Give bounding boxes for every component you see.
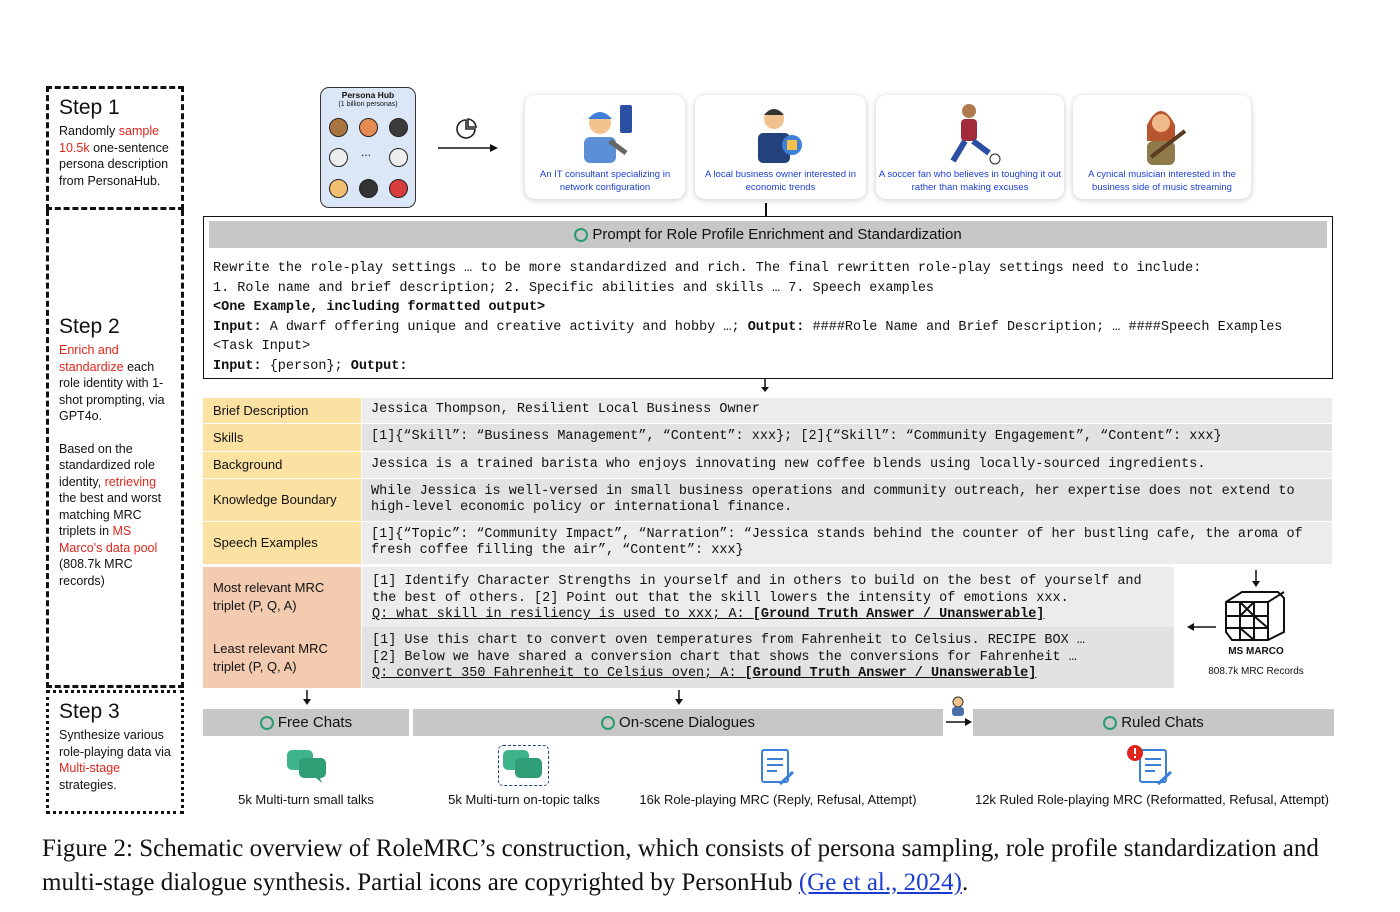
ms-marco-title: MS MARCO — [1228, 646, 1284, 657]
gpt-icon — [574, 228, 589, 242]
stage-bar-ruled-chats: Ruled Chats — [973, 709, 1334, 736]
persona-avatar-icon — [359, 179, 378, 198]
step1-title: Step 1 — [59, 96, 120, 119]
step2-retrieval-description: Based on the standardized role identity,… — [59, 441, 162, 588]
chat-bubbles-icon — [503, 750, 542, 778]
prompt-line: 1. Role name and brief description; 2. S… — [213, 280, 935, 296]
person-arrow-icon — [946, 696, 972, 726]
persona-label: An IT consultant specializing in network… — [539, 169, 671, 193]
step1-description: Randomly sample 10.5k one-sentence perso… — [59, 124, 169, 188]
chat-bubbles-icon — [287, 750, 326, 783]
gpt-icon — [601, 716, 616, 730]
soccer-fan-icon — [950, 104, 1001, 165]
profile-label-brief: Brief Description — [203, 398, 361, 423]
data-label-role-playing-mrc: 16k Role-playing MRC (Reply, Refusal, At… — [639, 792, 917, 807]
persona-label: A cynical musician interested in the bus… — [1088, 169, 1236, 193]
mrc-value-least: [1] Use this chart to convert oven tempe… — [362, 627, 1174, 688]
stage-bar-on-scene: On-scene Dialogues — [413, 709, 943, 736]
persona-hub-title: Persona Hub — [341, 90, 395, 100]
prompt-line: Rewrite the role-play settings … to be m… — [213, 261, 1202, 276]
prompt-line: Input: {person}; Output: — [213, 358, 408, 374]
prompt-line: <Task Input> — [213, 339, 311, 354]
profile-value-skills: [1]{“Skill”: “Business Management”, “Con… — [362, 424, 1332, 451]
step2-box: Step 2 Enrich and standardize each role … — [46, 210, 184, 688]
down-arrow — [761, 379, 769, 392]
mrc-label-most: Most relevant MRC triplet (P, Q, A) — [203, 567, 361, 627]
profile-value-background: Jessica is a trained barista who enjoys … — [362, 452, 1332, 478]
persona-card-soccer-fan: A soccer fan who believes in toughing it… — [876, 95, 1064, 199]
figure-caption: Figure 2: Schematic overview of RoleMRC’… — [42, 835, 1319, 896]
persona-hub-card: Persona Hub (1 billion personas) ... — [320, 87, 416, 208]
ms-marco-cube-icon — [1225, 591, 1285, 641]
persona-avatar-icon — [389, 179, 408, 198]
citation-link[interactable]: (Ge et al., 2024) — [799, 869, 962, 896]
prompt-box: Prompt for Role Profile Enrichment and S… — [203, 216, 1333, 379]
step3-title: Step 3 — [59, 700, 120, 723]
left-arrow — [1187, 623, 1216, 631]
sampling-pie-icon — [456, 118, 477, 139]
persona-avatar-icon — [389, 148, 408, 167]
profile-label-knowledge: Knowledge Boundary — [203, 479, 361, 521]
document-edit-icon — [761, 749, 795, 786]
profile-label-speech: Speech Examples — [203, 522, 361, 564]
prompt-line: Input: A dwarf offering unique and creat… — [213, 319, 1283, 335]
mrc-value-most: [1] Identify Character Strengths in your… — [362, 567, 1174, 627]
musician-icon — [1147, 111, 1187, 165]
step3-box: Step 3 Synthesize various role-playing d… — [46, 690, 184, 814]
data-label-on-topic-talks: 5k Multi-turn on-topic talks — [448, 792, 600, 807]
connector-line — [765, 203, 767, 216]
persona-hub-subtitle: (1 billion personas) — [338, 101, 398, 108]
persona-avatar-icon — [329, 179, 348, 198]
persona-label: A local business owner interested in eco… — [704, 169, 857, 193]
persona-avatar-icon — [329, 148, 348, 167]
profile-value-brief: Jessica Thompson, Resilient Local Busine… — [362, 398, 1332, 423]
profile-label-background: Background — [203, 452, 361, 478]
profile-value-knowledge: While Jessica is well-versed in small bu… — [362, 479, 1332, 521]
prompt-title: Prompt for Role Profile Enrichment and S… — [592, 226, 962, 243]
mrc-label-least: Least relevant MRC triplet (P, Q, A) — [203, 627, 361, 688]
persona-avatar-icon — [389, 118, 408, 137]
persona-label: A soccer fan who believes in toughing it… — [878, 169, 1062, 193]
prompt-title-bar: Prompt for Role Profile Enrichment and S… — [209, 221, 1327, 248]
profile-value-speech: [1]{“Topic”: “Community Impact”, “Narrat… — [362, 522, 1332, 564]
data-label-ruled-mrc: 12k Ruled Role-playing MRC (Reformatted,… — [974, 792, 1330, 807]
sample-arrow — [438, 144, 498, 152]
stage-bar-free-chats: Free Chats — [203, 709, 409, 736]
persona-card-it-consultant: An IT consultant specializing in network… — [525, 95, 685, 199]
step3-description: Synthesize various role-playing data via… — [59, 728, 171, 792]
prompt-body: Rewrite the role-play settings … to be m… — [213, 259, 1282, 376]
gpt-icon — [259, 716, 274, 730]
persona-avatar-icon — [359, 118, 378, 137]
ms-marco-subtitle: 808.7k MRC Records — [1208, 666, 1304, 677]
business-owner-icon — [757, 109, 802, 163]
persona-card-business-owner: A local business owner interested in eco… — [695, 95, 866, 199]
step1-box: Step 1 Randomly sample 10.5k one-sentenc… — [46, 86, 184, 210]
highlighted-chat-frame — [498, 745, 549, 786]
step2-description: Enrich and standardize each role identit… — [59, 343, 165, 423]
document-edit-alert-icon — [1127, 745, 1172, 786]
down-arrow — [675, 690, 683, 705]
data-label-small-talks: 5k Multi-turn small talks — [238, 792, 374, 807]
persona-card-musician: A cynical musician interested in the bus… — [1073, 95, 1251, 199]
persona-hub-ellipsis: ... — [361, 145, 372, 159]
gpt-icon — [1103, 716, 1118, 730]
persona-avatar-icon — [329, 118, 348, 137]
prompt-line: <One Example, including formatted output… — [213, 300, 546, 315]
down-arrow — [1252, 570, 1260, 587]
profile-label-skills: Skills — [203, 424, 361, 451]
it-consultant-icon — [584, 105, 632, 163]
step2-title: Step 2 — [59, 315, 120, 338]
down-arrow — [303, 690, 311, 705]
